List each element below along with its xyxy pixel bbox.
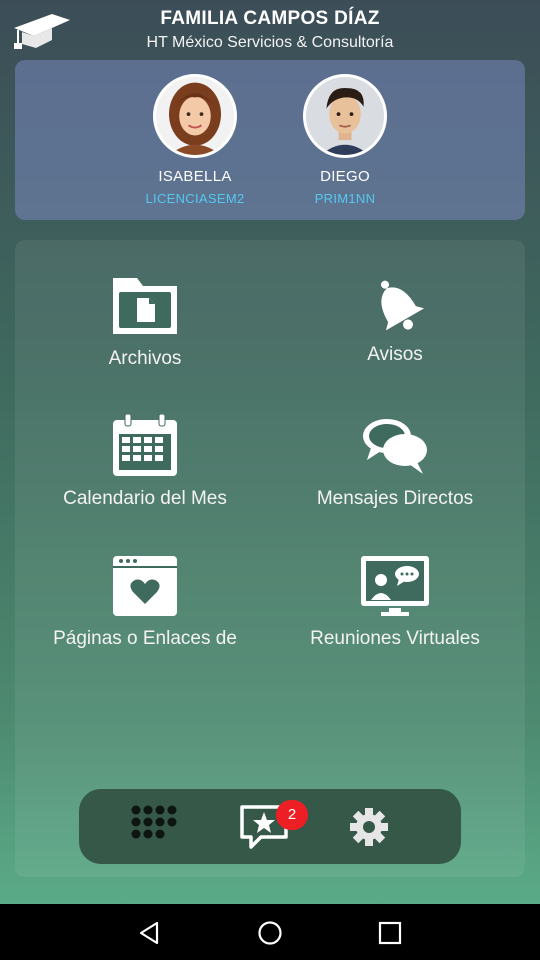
chat-bubbles-icon xyxy=(363,419,427,474)
menu-item-paginas-enlaces[interactable]: Páginas o Enlaces de xyxy=(20,554,270,650)
notification-badge: 2 xyxy=(276,800,308,830)
gear-icon[interactable] xyxy=(344,801,394,851)
menu-label: Avisos xyxy=(367,344,423,365)
student-name: DIEGO xyxy=(320,168,370,185)
menu-label: Reuniones Virtuales xyxy=(310,628,480,649)
menu-item-mensajes-directos[interactable]: Mensajes Directos xyxy=(270,414,520,510)
grid-dots-icon[interactable] xyxy=(127,801,177,851)
menu-item-calendario[interactable]: Calendario del Mes xyxy=(20,414,270,510)
student-card-isabella[interactable]: ISABELLA LICENCIASEM2 xyxy=(120,74,270,206)
organization-name: HT México Servicios & Consultoría xyxy=(146,34,394,51)
student-photo-isabella xyxy=(156,77,234,155)
menu-label: Páginas o Enlaces de xyxy=(53,628,237,649)
back-icon[interactable] xyxy=(135,918,165,948)
menu-label: Calendario del Mes xyxy=(63,488,227,509)
student-name: ISABELLA xyxy=(158,168,232,185)
menu-item-archivos[interactable]: Archivos xyxy=(20,274,270,370)
bell-icon xyxy=(381,280,425,331)
bottom-toolbar xyxy=(79,789,461,864)
avatar xyxy=(303,74,387,158)
recents-icon[interactable] xyxy=(375,918,405,948)
menu-item-reuniones-virtuales[interactable]: Reuniones Virtuales xyxy=(270,554,520,650)
system-nav-bar xyxy=(0,904,540,960)
student-card-diego[interactable]: DIEGO PRIM1NN xyxy=(270,74,420,206)
students-panel: ISABELLA LICENCIASEM2 DIEGO PRIM1NN xyxy=(15,60,525,220)
web-page-heart-icon xyxy=(113,556,177,616)
family-name: FAMILIA CAMPOS DÍAZ xyxy=(160,8,380,29)
calendar-icon xyxy=(113,414,177,476)
menu-item-avisos[interactable]: Avisos xyxy=(270,270,520,366)
avatar xyxy=(153,74,237,158)
student-photo-diego xyxy=(306,77,384,155)
folder-document-icon xyxy=(113,278,177,334)
app-header: FAMILIA CAMPOS DÍAZ HT México Servicios … xyxy=(0,0,540,60)
menu-label: Mensajes Directos xyxy=(316,488,474,509)
menu-panel: Archivos Avisos Calendario del Mes Mensa… xyxy=(15,240,525,877)
video-meeting-icon xyxy=(361,556,429,616)
student-group: LICENCIASEM2 xyxy=(145,191,245,206)
home-icon[interactable] xyxy=(255,918,285,948)
student-group: PRIM1NN xyxy=(314,191,376,206)
menu-label: Archivos xyxy=(108,348,182,369)
